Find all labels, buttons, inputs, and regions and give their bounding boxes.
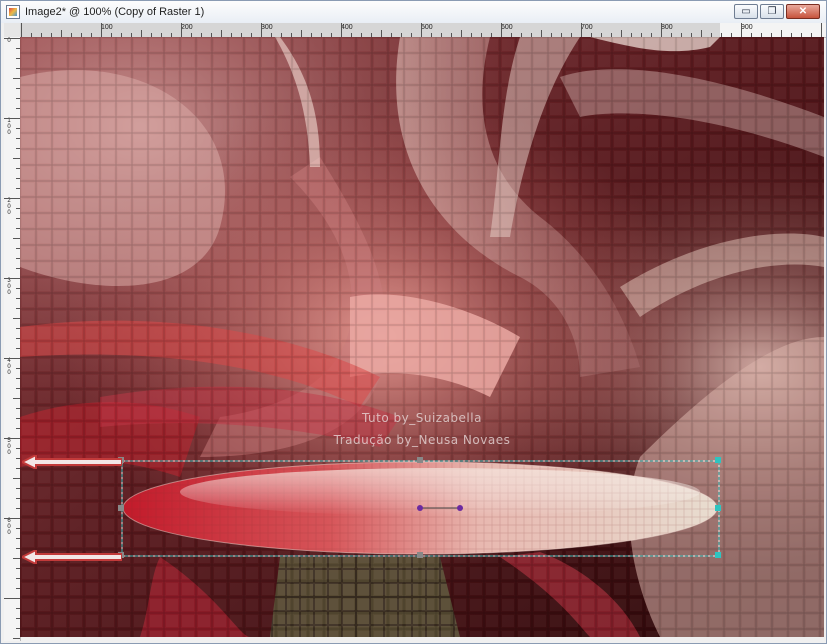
ruler-tick — [661, 23, 662, 37]
ruler-tick — [381, 30, 382, 37]
ruler-tick — [421, 23, 422, 37]
title-bar[interactable]: Image2* @ 100% (Copy of Raster 1) ▭ ❐ ✕ — [1, 1, 826, 23]
restore-button[interactable]: ❐ — [760, 4, 784, 19]
ruler-tick — [341, 23, 342, 37]
window-controls: ▭ ❐ ✕ — [734, 4, 820, 19]
ruler-tick — [13, 558, 20, 559]
ruler-tick — [501, 23, 502, 37]
ruler-tick — [4, 598, 20, 599]
ruler-tick — [821, 23, 822, 37]
ruler-tick — [4, 198, 20, 199]
ruler-label-900: 900 — [741, 24, 753, 31]
image-window: Image2* @ 100% (Copy of Raster 1) ▭ ❐ ✕ … — [0, 0, 827, 644]
ruler-label-v600: 600 — [7, 518, 11, 536]
ruler-tick — [741, 23, 742, 37]
ruler-label-v500: 500 — [7, 438, 11, 456]
ruler-tick — [13, 398, 20, 399]
ruler-tick — [621, 30, 622, 37]
ruler-tick — [4, 518, 20, 519]
arrow-left-icon-bottom — [22, 550, 122, 564]
ruler-tick — [13, 478, 20, 479]
ruler-tick — [4, 358, 20, 359]
image-canvas[interactable]: Tuto by_Suizabella Tradução by_Neusa Nov… — [20, 37, 824, 637]
ruler-tick — [141, 30, 142, 37]
watermark-line-2: Tradução by_Neusa Novaes — [333, 433, 511, 447]
ruler-tick — [701, 30, 702, 37]
ruler-selection-highlight — [20, 23, 720, 37]
ruler-label-300: 300 — [261, 24, 273, 31]
ruler-tick — [13, 158, 20, 159]
ruler-label-v300: 300 — [7, 278, 11, 296]
ruler-tick — [4, 118, 20, 119]
ruler-tick — [13, 238, 20, 239]
ruler-tick — [61, 30, 62, 37]
minimize-button[interactable]: ▭ — [734, 4, 758, 19]
ruler-label-700: 700 — [581, 24, 593, 31]
ruler-tick — [581, 23, 582, 37]
ruler-tick — [221, 30, 222, 37]
ruler-tick — [301, 30, 302, 37]
ruler-tick — [21, 23, 22, 37]
ruler-tick — [541, 30, 542, 37]
artwork — [20, 37, 824, 637]
vertical-ruler[interactable]: 0 100 200 300 400 500 600 — [4, 37, 21, 641]
ruler-corner — [4, 23, 21, 38]
ruler-label-500: 500 — [421, 24, 433, 31]
close-button[interactable]: ✕ — [786, 4, 820, 19]
ruler-tick — [181, 23, 182, 37]
ruler-tick — [461, 30, 462, 37]
window-title: Image2* @ 100% (Copy of Raster 1) — [25, 6, 205, 18]
ruler-label-800: 800 — [661, 24, 673, 31]
ruler-label-100: 100 — [101, 24, 113, 31]
ruler-label-400: 400 — [341, 24, 353, 31]
ruler-tick — [4, 278, 20, 279]
arrow-left-icon-top — [22, 455, 122, 469]
horizontal-ruler[interactable]: 100 200 300 400 500 600 700 800 900 — [20, 23, 826, 38]
ruler-tick — [261, 23, 262, 37]
ruler-label-600: 600 — [501, 24, 513, 31]
ruler-tick — [781, 30, 782, 37]
ruler-tick — [4, 438, 20, 439]
ruler-label-200: 200 — [181, 24, 193, 31]
image-icon — [6, 5, 20, 19]
watermark-line-1: Tuto by_Suizabella — [362, 411, 482, 425]
ruler-label-v100: 100 — [7, 118, 11, 136]
ruler-tick — [13, 318, 20, 319]
ruler-tick — [13, 78, 20, 79]
ruler-tick — [4, 38, 20, 39]
ruler-tick — [101, 23, 102, 37]
ruler-label-v200: 200 — [7, 198, 11, 216]
ruler-label-v400: 400 — [7, 358, 11, 376]
ruler-tick — [13, 638, 20, 639]
